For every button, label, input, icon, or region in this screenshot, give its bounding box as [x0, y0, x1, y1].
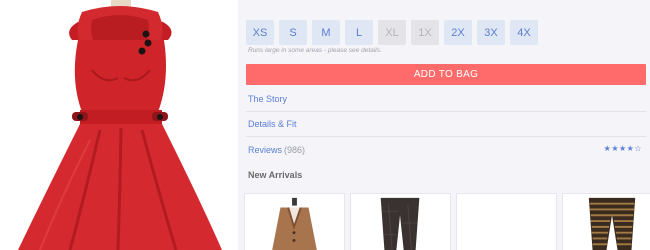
- section-the-story[interactable]: The Story: [246, 87, 646, 112]
- size-option-l[interactable]: L: [345, 20, 373, 45]
- tights-icon: [380, 197, 420, 250]
- new-arrival-item[interactable]: [244, 193, 345, 250]
- star-rating-icon: ★★★★☆: [603, 144, 642, 153]
- size-option-s[interactable]: S: [279, 20, 307, 45]
- add-to-bag-button[interactable]: ADD TO BAG: [246, 64, 646, 85]
- new-arrival-item[interactable]: [456, 193, 557, 250]
- section-details-fit[interactable]: Details & Fit: [246, 112, 646, 137]
- cardigan-icon: [272, 197, 317, 250]
- size-option-2x[interactable]: 2X: [444, 20, 472, 45]
- blank-thumbnail-icon: [457, 194, 556, 250]
- product-details-panel: XS S M L XL 1X 2X 3X 4X Runs large in so…: [238, 0, 650, 250]
- section-label: Reviews: [248, 144, 283, 155]
- section-label: The Story: [248, 94, 288, 104]
- new-arrivals-list: [244, 193, 650, 250]
- new-arrivals-title: New Arrivals: [248, 170, 303, 180]
- striped-tights-icon: [588, 197, 636, 250]
- size-option-1x: 1X: [411, 20, 439, 45]
- size-note: Runs large in some areas - please see de…: [248, 47, 382, 54]
- section-reviews[interactable]: Reviews (986) ★★★★☆: [246, 137, 646, 162]
- red-dress-icon: [18, 0, 222, 250]
- new-arrival-item[interactable]: [562, 193, 650, 250]
- size-selector: XS S M L XL 1X 2X 3X 4X: [246, 20, 538, 45]
- size-option-4x[interactable]: 4X: [510, 20, 538, 45]
- new-arrival-item[interactable]: [350, 193, 451, 250]
- product-image: [0, 0, 238, 250]
- reviews-count: (986): [284, 144, 306, 155]
- size-option-m[interactable]: M: [312, 20, 340, 45]
- size-option-3x[interactable]: 3X: [477, 20, 505, 45]
- size-option-xs[interactable]: XS: [246, 20, 274, 45]
- section-label: Details & Fit: [248, 119, 297, 129]
- size-option-xl: XL: [378, 20, 406, 45]
